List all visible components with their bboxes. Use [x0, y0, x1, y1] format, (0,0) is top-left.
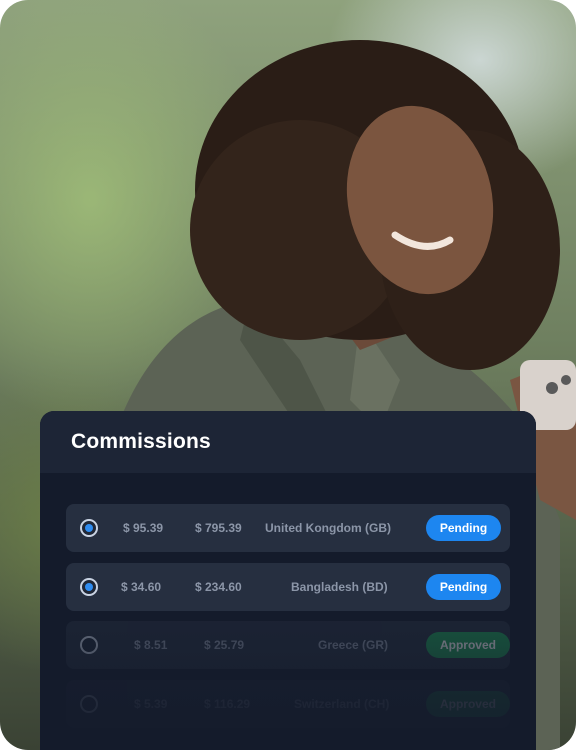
commission-country: Bangladesh (BD)	[291, 579, 388, 594]
commission-amount: $ 95.39	[123, 521, 164, 535]
panel-header: Commissions	[40, 411, 536, 473]
radio-selected[interactable]	[80, 577, 98, 596]
commission-row[interactable]: $ 34.60 $ 234.60 Bangladesh (BD) Pending	[66, 562, 510, 611]
commission-total: $ 116.29	[204, 696, 251, 711]
commission-row[interactable]: $ 8.51 $ 25.79 Greece (GR) Approved	[66, 621, 510, 669]
commission-amount: $ 8.51	[134, 638, 168, 652]
commissions-list: $ 95.39 $ 795.39 United Kongdom (GB) Pen…	[66, 504, 510, 738]
status-badge: Approved	[426, 690, 510, 717]
commission-amount: $ 34.60	[121, 579, 162, 594]
commissions-panel: Commissions $ 95.39 $ 795.39 United Kong…	[40, 411, 536, 750]
commission-country: Greece (GR)	[318, 638, 389, 652]
panel-title: Commissions	[71, 430, 211, 453]
radio-unselected[interactable]	[80, 694, 98, 713]
commission-country: Switzerland (CH)	[294, 696, 390, 711]
status-badge: Approved	[426, 632, 510, 658]
commission-row[interactable]: $ 95.39 $ 795.39 United Kongdom (GB) Pen…	[66, 504, 510, 552]
commission-row[interactable]: $ 5.39 $ 116.29 Switzerland (CH) Approve…	[66, 679, 510, 728]
status-badge: Pending	[426, 515, 501, 541]
commission-amount: $ 5.39	[134, 696, 168, 711]
hero-card: Commissions $ 95.39 $ 795.39 United Kong…	[0, 0, 576, 750]
commission-total: $ 795.39	[195, 521, 242, 535]
radio-unselected[interactable]	[80, 636, 98, 654]
commission-total: $ 234.60	[195, 579, 242, 594]
radio-selected[interactable]	[80, 519, 98, 537]
commission-country: United Kongdom (GB)	[265, 521, 391, 535]
commission-total: $ 25.79	[204, 638, 245, 652]
status-badge: Pending	[426, 573, 501, 600]
